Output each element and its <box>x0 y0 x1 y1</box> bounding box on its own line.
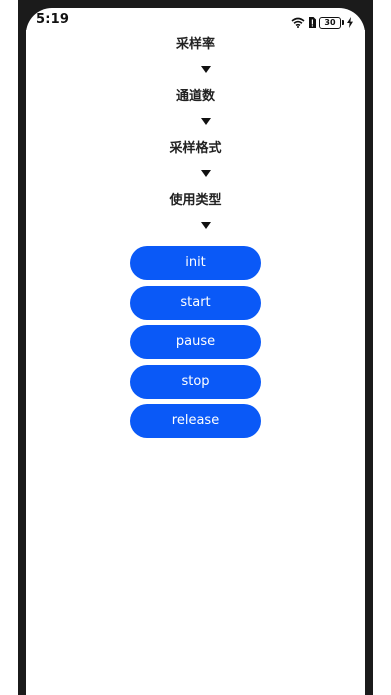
battery-level: 30 <box>319 16 341 29</box>
page: 5:19 30 采样率 通道数 采样格式 使用类型 init start pau… <box>0 0 391 695</box>
sample-format-label: 采样格式 <box>169 141 222 156</box>
release-button[interactable]: release <box>130 404 261 438</box>
usage-type-label: 使用类型 <box>169 193 222 208</box>
wifi-icon <box>291 13 305 32</box>
sim-alert-icon <box>308 13 316 32</box>
sample-rate-label: 采样率 <box>175 37 215 52</box>
phone-bezel-right <box>365 22 373 695</box>
start-button[interactable]: start <box>130 285 261 320</box>
battery-icon: 30 <box>319 16 344 29</box>
sample-format-dropdown[interactable] <box>196 166 216 180</box>
triangle-down-icon <box>201 65 211 73</box>
battery-tip <box>342 20 344 25</box>
action-buttons: init start pause stop release <box>130 246 261 444</box>
status-time: 5:19 <box>36 12 70 27</box>
phone-bezel-left <box>18 22 26 695</box>
usage-type-dropdown[interactable] <box>196 218 216 232</box>
stop-button[interactable]: stop <box>130 364 261 399</box>
triangle-down-icon <box>201 221 211 229</box>
channel-count-label: 通道数 <box>175 89 215 104</box>
channel-count-dropdown[interactable] <box>196 114 216 128</box>
status-icons: 30 <box>291 13 353 32</box>
init-button[interactable]: init <box>130 246 261 280</box>
pause-button[interactable]: pause <box>130 325 261 359</box>
charging-icon <box>347 13 353 32</box>
phone-screen: 5:19 30 采样率 通道数 采样格式 使用类型 init start pau… <box>26 8 365 695</box>
triangle-down-icon <box>201 169 211 177</box>
triangle-down-icon <box>201 117 211 125</box>
sample-rate-dropdown[interactable] <box>196 62 216 76</box>
status-bar: 5:19 30 <box>26 8 365 32</box>
